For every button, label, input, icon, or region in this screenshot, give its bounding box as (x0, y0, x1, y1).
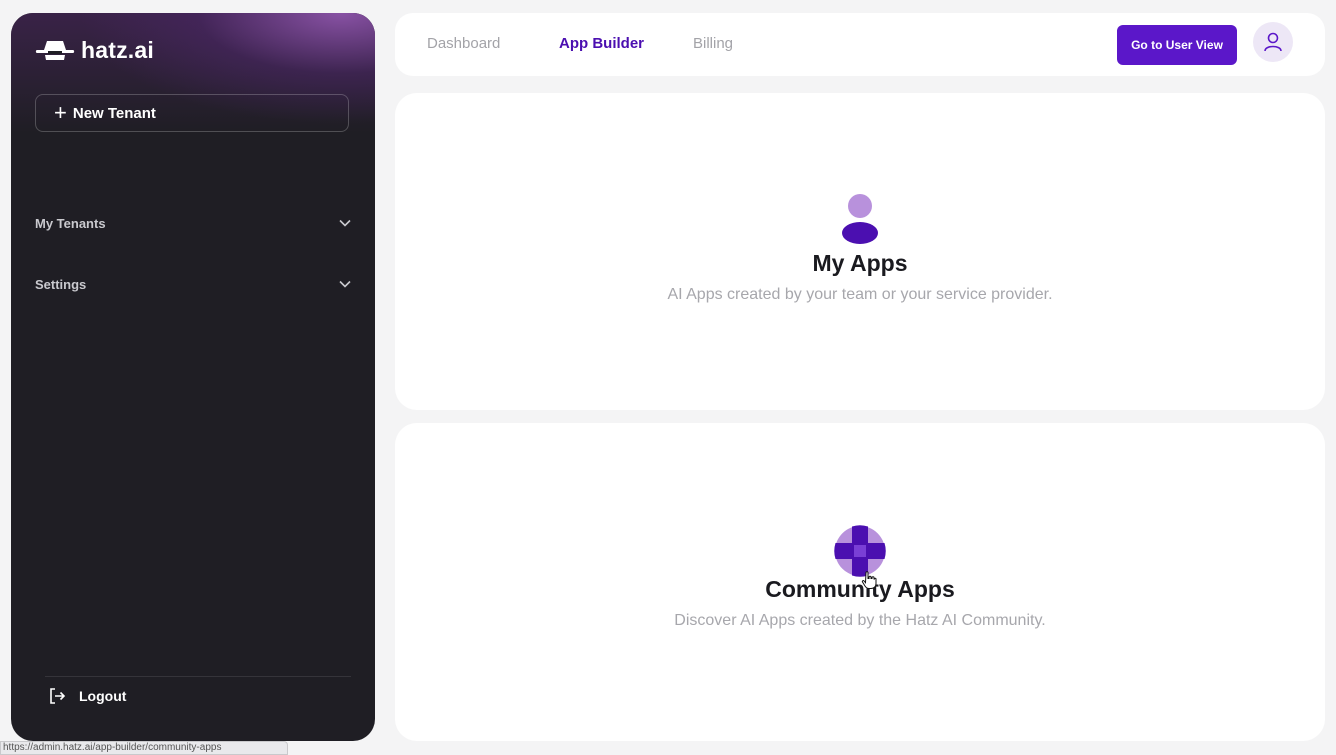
sidebar: hatz.ai + New Tenant My Tenants Settings… (11, 13, 375, 741)
logout-button[interactable]: Logout (47, 686, 126, 706)
brand-name: hatz.ai (81, 37, 154, 63)
brand-logo[interactable]: hatz.ai (35, 37, 154, 64)
globe-icon (834, 525, 886, 577)
community-apps-card[interactable]: Community Apps Discover AI Apps created … (395, 423, 1325, 741)
community-apps-subtitle: Discover AI Apps created by the Hatz AI … (674, 612, 1046, 629)
sidebar-group-label: Settings (35, 276, 87, 292)
hand-pointer-cursor-icon (861, 571, 877, 589)
go-to-user-view-button[interactable]: Go to User View (1117, 25, 1237, 65)
chevron-down-icon (339, 280, 351, 288)
new-tenant-button[interactable]: + New Tenant (35, 94, 349, 132)
sidebar-group-settings[interactable]: Settings (35, 272, 351, 296)
sidebar-divider (45, 676, 351, 677)
user-icon (1264, 32, 1282, 52)
community-apps-title: Community Apps (765, 576, 955, 602)
my-apps-card[interactable]: My Apps AI Apps created by your team or … (395, 93, 1325, 410)
sidebar-group-label: My Tenants (35, 215, 106, 231)
hat-logo-icon (35, 40, 75, 60)
user-avatar[interactable] (1253, 22, 1293, 62)
my-apps-subtitle: AI Apps created by your team or your ser… (667, 286, 1053, 303)
tab-billing[interactable]: Billing (693, 35, 733, 52)
plus-icon: + (54, 100, 67, 125)
chevron-down-icon (339, 219, 351, 227)
tab-dashboard[interactable]: Dashboard (427, 35, 500, 52)
logout-icon (50, 688, 66, 704)
status-bar-url: https://admin.hatz.ai/app-builder/commun… (0, 741, 288, 755)
tab-app-builder[interactable]: App Builder (559, 35, 644, 52)
person-icon (842, 194, 878, 244)
my-apps-title: My Apps (812, 250, 908, 276)
logout-label: Logout (79, 688, 127, 704)
top-navigation-bar: Dashboard App Builder Billing Go to User… (395, 13, 1325, 76)
new-tenant-label: New Tenant (72, 104, 156, 122)
sidebar-group-my-tenants[interactable]: My Tenants (35, 211, 351, 235)
